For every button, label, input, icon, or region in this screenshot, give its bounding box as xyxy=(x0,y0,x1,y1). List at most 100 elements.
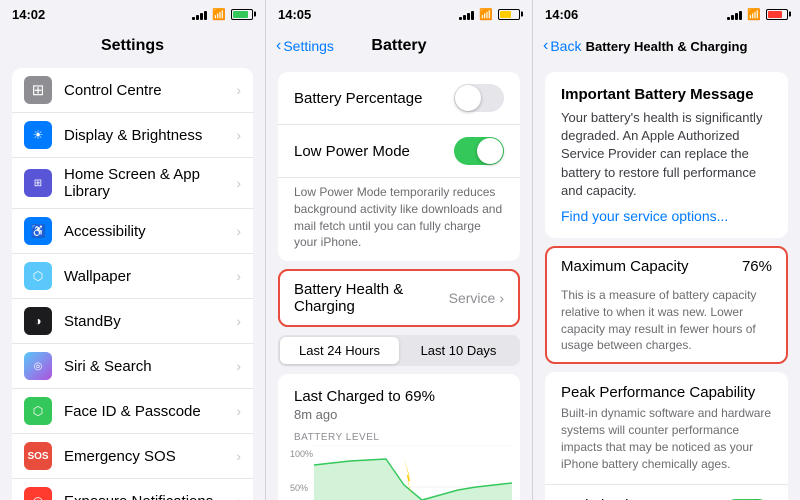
tab-10d[interactable]: Last 10 Days xyxy=(399,337,518,364)
health-sections-group: Peak Performance Capability Built-in dyn… xyxy=(545,372,788,500)
homescreen-label: Home Screen & App Library xyxy=(64,166,232,200)
battery-level-label: BATTERY LEVEL xyxy=(278,428,520,445)
back-label-3: Back xyxy=(550,38,581,54)
panel-battery: 14:05 📶 ‹ Settings Battery Battery Perce… xyxy=(266,0,533,500)
settings-item-exposure[interactable]: ◎ Exposure Notifications › xyxy=(12,479,253,500)
tab-24h[interactable]: Last 24 Hours xyxy=(280,337,399,364)
status-icons-3: 📶 xyxy=(727,8,788,21)
signal-icon xyxy=(192,8,207,20)
time-1: 14:02 xyxy=(12,7,45,22)
signal-bar-3 xyxy=(735,13,738,20)
peak-performance-title: Peak Performance Capability xyxy=(561,384,772,401)
tab-24h-label: Last 24 Hours xyxy=(299,343,380,358)
faceid-icon: ⬡ xyxy=(24,397,52,425)
siri-label: Siri & Search xyxy=(64,358,232,375)
settings-item-display[interactable]: ☀ Display & Brightness › xyxy=(12,113,253,158)
max-capacity-row: Maximum Capacity 76% xyxy=(545,246,788,287)
low-power-note: Low Power Mode temporarily reduces backg… xyxy=(278,178,520,261)
nav-title-2: Battery xyxy=(371,37,426,55)
tab-buttons: Last 24 Hours Last 10 Days xyxy=(278,335,520,366)
tab-10d-label: Last 10 Days xyxy=(421,343,497,358)
settings-group-1: ⊞ Control Centre › ☀ Display & Brightnes… xyxy=(12,68,253,500)
signal-bar-3 xyxy=(467,13,470,20)
service-label: Service xyxy=(449,290,496,306)
health-row-right: Service › xyxy=(449,290,504,306)
optimised-charging-row: Optimised Battery Charging To reduce bat… xyxy=(545,485,788,500)
low-power-row: Low Power Mode xyxy=(278,125,520,178)
wallpaper-label: Wallpaper xyxy=(64,268,232,285)
battery-percentage-toggle[interactable] xyxy=(454,84,504,112)
health-charging-row[interactable]: Battery Health & Charging Service › xyxy=(278,269,520,327)
nav-title-3: Battery Health & Charging xyxy=(586,39,748,54)
status-bar-1: 14:02 📶 xyxy=(0,0,265,28)
chevron-icon: › xyxy=(236,82,241,98)
signal-bar-1 xyxy=(727,17,730,20)
settings-item-sos[interactable]: SOS Emergency SOS › xyxy=(12,434,253,479)
wifi-icon-3: 📶 xyxy=(747,8,761,21)
control-center-icon: ⊞ xyxy=(24,76,52,104)
status-icons-2: 📶 xyxy=(459,8,520,21)
signal-bar-4 xyxy=(739,11,742,20)
battery-chart-svg xyxy=(314,445,512,500)
settings-item-accessibility[interactable]: ♿ Accessibility › xyxy=(12,209,253,254)
sos-label: Emergency SOS xyxy=(64,448,232,465)
signal-bar-3 xyxy=(200,13,203,20)
battery-content: Battery Percentage Low Power Mode Low Po… xyxy=(266,64,532,500)
battery-chart-group: Last Charged to 69% 8m ago BATTERY LEVEL… xyxy=(278,374,520,500)
settings-item-control-center[interactable]: ⊞ Control Centre › xyxy=(12,68,253,113)
wifi-icon-2: 📶 xyxy=(479,8,493,21)
important-message-group: Important Battery Message Your battery's… xyxy=(545,72,788,238)
wifi-icon: 📶 xyxy=(212,8,226,21)
accessibility-label: Accessibility xyxy=(64,223,232,240)
max-capacity-value: 76% xyxy=(742,258,772,275)
nav-bar-1: Settings xyxy=(0,28,265,64)
important-title: Important Battery Message xyxy=(561,86,772,103)
battery-percentage-row: Battery Percentage xyxy=(278,72,520,125)
chevron-icon: › xyxy=(236,403,241,419)
time-3: 14:06 xyxy=(545,7,578,22)
standby-icon: ◑ xyxy=(24,307,52,335)
signal-bar-2 xyxy=(463,15,466,20)
y-axis: 100% 50% 0% xyxy=(278,445,314,500)
signal-bar-4 xyxy=(204,11,207,20)
back-button-3[interactable]: ‹ Back xyxy=(543,37,581,55)
nav-title-1: Settings xyxy=(101,37,164,55)
settings-item-faceid[interactable]: ⬡ Face ID & Passcode › xyxy=(12,389,253,434)
y-label-50: 50% xyxy=(290,483,310,493)
nav-bar-2: ‹ Settings Battery xyxy=(266,28,532,64)
settings-item-siri[interactable]: ◎ Siri & Search › xyxy=(12,344,253,389)
settings-item-wallpaper[interactable]: ⬡ Wallpaper › xyxy=(12,254,253,299)
exposure-icon: ◎ xyxy=(24,487,52,500)
signal-bar-4 xyxy=(471,11,474,20)
capacity-note: This is a measure of battery capacity re… xyxy=(545,287,788,364)
chevron-icon: › xyxy=(236,223,241,239)
signal-icon-2 xyxy=(459,8,474,20)
chevron-icon: › xyxy=(236,175,241,191)
chevron-icon: › xyxy=(236,493,241,500)
time-2: 14:05 xyxy=(278,7,311,22)
health-content: Important Battery Message Your battery's… xyxy=(533,64,800,500)
back-label-2: Settings xyxy=(283,38,334,54)
health-charging-group: Battery Health & Charging Service › xyxy=(278,269,520,327)
battery-percentage-label: Battery Percentage xyxy=(294,90,422,107)
panel-health: 14:06 📶 ‹ Back Battery Health & Charging… xyxy=(533,0,800,500)
back-button-2[interactable]: ‹ Settings xyxy=(276,37,334,55)
settings-list: ⊞ Control Centre › ☀ Display & Brightnes… xyxy=(0,64,265,500)
settings-item-standby[interactable]: ◑ StandBy › xyxy=(12,299,253,344)
signal-bar-2 xyxy=(196,15,199,20)
chevron-icon: › xyxy=(236,358,241,374)
settings-item-homescreen[interactable]: ⊞ Home Screen & App Library › xyxy=(12,158,253,209)
battery-icon-2 xyxy=(498,9,520,20)
chart-area xyxy=(314,445,512,500)
nav-bar-3: ‹ Back Battery Health & Charging xyxy=(533,28,800,64)
important-text: Your battery's health is significantly d… xyxy=(561,109,772,200)
find-service-link[interactable]: Find your service options... xyxy=(561,208,772,224)
standby-label: StandBy xyxy=(64,313,232,330)
control-center-label: Control Centre xyxy=(64,82,232,99)
low-power-toggle[interactable] xyxy=(454,137,504,165)
status-bar-2: 14:05 📶 xyxy=(266,0,532,28)
battery-fill-3 xyxy=(768,11,782,18)
back-icon-2: ‹ xyxy=(276,37,281,55)
battery-icon-3 xyxy=(766,9,788,20)
health-chevron: › xyxy=(499,290,504,306)
